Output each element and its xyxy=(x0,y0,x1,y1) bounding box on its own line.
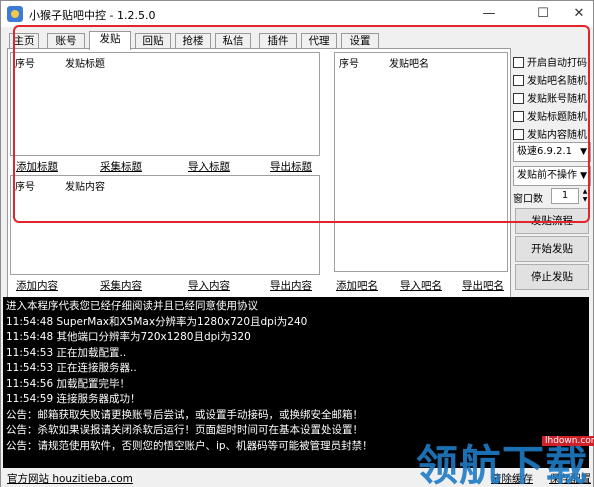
import-content-link[interactable]: 导入内容 xyxy=(188,278,230,293)
window-count-label: 窗口数 xyxy=(513,194,543,205)
title-list-col-index: 序号 xyxy=(15,59,35,70)
watermark: 领航下载 lhdown.com xyxy=(414,418,594,487)
tab-post[interactable]: 发贴 xyxy=(89,31,131,50)
window-count-input[interactable]: 1 xyxy=(551,188,579,204)
random-bar-label: 发贴吧名随机 xyxy=(527,76,587,87)
checkbox-box xyxy=(513,57,524,68)
log-line: 11:54:59 连接服务器成功！ xyxy=(6,393,141,405)
pre-action-select[interactable]: 发贴前不操作 ▼ xyxy=(513,166,591,186)
random-title-checkbox[interactable]: 发贴标题随机 xyxy=(513,108,587,123)
log-line: 11:54:53 正在连接服务器.. xyxy=(6,362,137,374)
start-post-button[interactable]: 开始发贴 xyxy=(515,236,589,262)
checkbox-box xyxy=(513,111,524,122)
export-title-link[interactable]: 导出标题 xyxy=(270,159,312,174)
random-account-label: 发贴账号随机 xyxy=(527,94,587,105)
add-bar-link[interactable]: 添加吧名 xyxy=(336,278,378,293)
checkbox-box xyxy=(513,75,524,86)
maximize-button[interactable]: ☐ xyxy=(529,5,557,23)
add-content-link[interactable]: 添加内容 xyxy=(16,278,58,293)
title-bar: 小猴子贴吧中控 - 1.2.5.0 — ☐ ✕ xyxy=(1,1,593,27)
checkbox-box xyxy=(513,93,524,104)
minimize-button[interactable]: — xyxy=(475,5,503,23)
bar-list-col-name: 发贴吧名 xyxy=(389,59,429,70)
window-title: 小猴子贴吧中控 - 1.2.5.0 xyxy=(29,9,156,22)
official-site-link[interactable]: 官方网站 houzitieba.com xyxy=(7,471,133,486)
export-bar-link[interactable]: 导出吧名 xyxy=(462,278,504,293)
title-list[interactable]: 序号 发贴标题 xyxy=(10,52,320,156)
export-content-link[interactable]: 导出内容 xyxy=(270,278,312,293)
chevron-down-icon: ▼ xyxy=(580,147,587,157)
watermark-url: lhdown.com xyxy=(542,436,594,446)
random-content-label: 发贴内容随机 xyxy=(527,130,587,141)
random-account-checkbox[interactable]: 发贴账号随机 xyxy=(513,90,587,105)
collect-content-link[interactable]: 采集内容 xyxy=(100,278,142,293)
auto-captcha-checkbox[interactable]: 开启自动打码 xyxy=(513,54,587,69)
close-button[interactable]: ✕ xyxy=(565,5,593,23)
log-line: 进入本程序代表您已经仔细阅读并且已经同意使用协议 xyxy=(6,300,258,312)
speed-select[interactable]: 极速6.9.2.1 ▼ xyxy=(513,142,591,162)
content-list-col-index: 序号 xyxy=(15,182,35,193)
random-bar-checkbox[interactable]: 发贴吧名随机 xyxy=(513,72,587,87)
checkbox-box xyxy=(513,129,524,140)
content-list[interactable]: 序号 发贴内容 xyxy=(10,175,320,275)
app-logo-icon xyxy=(7,6,23,22)
post-flow-button[interactable]: 发贴流程 xyxy=(515,208,589,234)
title-list-col-title: 发贴标题 xyxy=(65,59,105,70)
add-title-link[interactable]: 添加标题 xyxy=(16,159,58,174)
app-window: 小猴子贴吧中控 - 1.2.5.0 — ☐ ✕ 主页 账号 发贴 回贴 抢楼 私… xyxy=(0,0,594,487)
auto-captcha-label: 开启自动打码 xyxy=(527,58,587,69)
import-title-link[interactable]: 导入标题 xyxy=(188,159,230,174)
log-line: 11:54:48 其他端口分辨率为720x1280且dpi为320 xyxy=(6,331,251,343)
post-tab-panel: 序号 发贴标题 添加标题 采集标题 导入标题 导出标题 序号 发贴内容 添加内容… xyxy=(7,48,511,303)
chevron-down-icon: ▼ xyxy=(580,171,587,181)
random-content-checkbox[interactable]: 发贴内容随机 xyxy=(513,126,587,141)
import-bar-link[interactable]: 导入吧名 xyxy=(400,278,442,293)
content-list-col-content: 发贴内容 xyxy=(65,182,105,193)
speed-select-value: 极速6.9.2.1 xyxy=(517,146,572,157)
collect-title-link[interactable]: 采集标题 xyxy=(100,159,142,174)
bar-list-col-index: 序号 xyxy=(339,59,359,70)
log-line: 11:54:48 SuperMax和X5Max分辨率为1280x720且dpi为… xyxy=(6,315,308,328)
stop-post-button[interactable]: 停止发贴 xyxy=(515,264,589,290)
log-line: 11:54:56 加载配置完毕！ xyxy=(6,377,130,390)
window-count-stepper[interactable]: ▲ ▼ xyxy=(581,188,589,204)
bar-name-list[interactable]: 序号 发贴吧名 xyxy=(334,52,508,272)
log-line: 11:54:53 正在加载配置.. xyxy=(6,346,127,359)
random-title-label: 发贴标题随机 xyxy=(527,112,587,123)
options-pane: 开启自动打码 发贴吧名随机 发贴账号随机 发贴标题随机 发贴内容随机 极速6.9… xyxy=(511,48,594,303)
pre-action-value: 发贴前不操作 xyxy=(517,170,577,181)
